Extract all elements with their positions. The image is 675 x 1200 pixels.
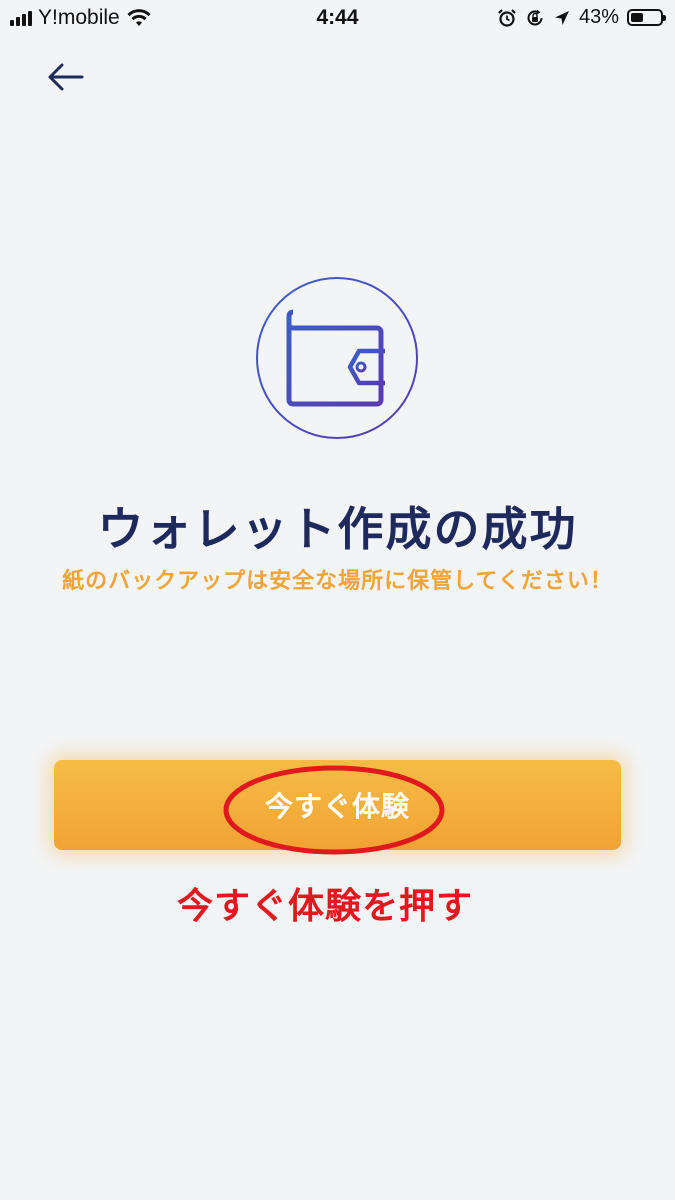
- battery-percent: 43%: [578, 6, 619, 28]
- status-right: 43%: [497, 6, 666, 29]
- page-title: ウォレット作成の成功: [97, 502, 578, 556]
- location-icon: [554, 10, 569, 25]
- rotation-lock-icon: [527, 9, 543, 25]
- back-button[interactable]: [40, 55, 90, 100]
- battery-icon: [627, 9, 666, 26]
- alarm-icon: [498, 8, 516, 27]
- arrow-left-icon: [48, 63, 84, 91]
- status-bar: Y!mobile 4:44 43%: [0, 0, 675, 40]
- battery-level: [631, 13, 643, 22]
- annotation-text: 今すぐ体験を押す: [176, 886, 473, 927]
- try-now-button[interactable]: 今すぐ体験: [54, 760, 621, 850]
- try-now-label: 今すぐ体験: [264, 790, 410, 823]
- wallet-icon: [256, 277, 418, 439]
- page-subtitle: 紙のバックアップは安全な場所に保管してください！: [62, 569, 613, 594]
